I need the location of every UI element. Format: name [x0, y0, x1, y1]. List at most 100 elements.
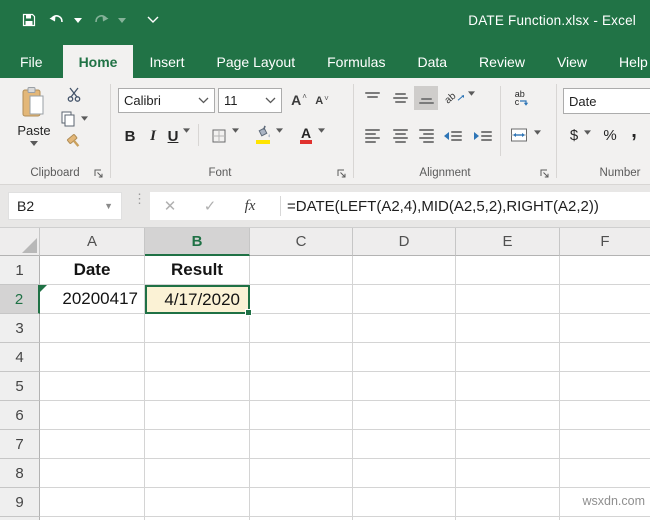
- align-right-button[interactable]: [414, 124, 438, 148]
- cell[interactable]: [560, 430, 650, 459]
- font-name-select[interactable]: Calibri: [118, 88, 215, 113]
- name-box-dropdown-icon[interactable]: ▼: [104, 201, 113, 211]
- decrease-indent-button[interactable]: [440, 124, 466, 148]
- cell[interactable]: [456, 314, 560, 343]
- tab-page-layout[interactable]: Page Layout: [200, 45, 311, 78]
- undo-dropdown[interactable]: [74, 8, 84, 32]
- merge-center-dropdown[interactable]: [534, 130, 541, 135]
- fill-color-button[interactable]: [252, 122, 274, 148]
- fill-color-dropdown[interactable]: [276, 128, 283, 133]
- cell[interactable]: [145, 459, 250, 488]
- column-header-a[interactable]: A: [40, 228, 145, 256]
- percent-style-button[interactable]: %: [600, 122, 620, 148]
- cell[interactable]: [145, 401, 250, 430]
- column-header-b[interactable]: B: [145, 228, 250, 256]
- tab-data[interactable]: Data: [401, 45, 463, 78]
- cell[interactable]: [456, 459, 560, 488]
- column-header-c[interactable]: C: [250, 228, 353, 256]
- font-size-select[interactable]: 11: [218, 88, 282, 113]
- cell-b1[interactable]: Result: [145, 256, 250, 285]
- row-header-6[interactable]: 6: [0, 401, 40, 430]
- tab-view[interactable]: View: [541, 45, 603, 78]
- tab-home[interactable]: Home: [62, 45, 134, 78]
- increase-font-size-button[interactable]: A ˄: [288, 88, 310, 112]
- cell[interactable]: [353, 488, 456, 517]
- cell[interactable]: [456, 401, 560, 430]
- middle-align-button[interactable]: [388, 86, 412, 110]
- row-header-8[interactable]: 8: [0, 459, 40, 488]
- font-dialog-launcher[interactable]: [335, 167, 348, 180]
- cell[interactable]: [353, 430, 456, 459]
- bold-button[interactable]: B: [120, 124, 140, 148]
- merge-center-button[interactable]: [506, 122, 532, 148]
- cell[interactable]: [145, 488, 250, 517]
- cell[interactable]: [40, 430, 145, 459]
- borders-button[interactable]: [208, 124, 230, 148]
- cell[interactable]: [40, 488, 145, 517]
- orientation-button[interactable]: ab: [443, 86, 466, 110]
- cell[interactable]: [560, 459, 650, 488]
- cell[interactable]: [145, 430, 250, 459]
- cell[interactable]: [145, 314, 250, 343]
- cell[interactable]: [145, 343, 250, 372]
- customize-qat-button[interactable]: [142, 8, 164, 32]
- row-header-4[interactable]: 4: [0, 343, 40, 372]
- save-button[interactable]: [18, 8, 40, 32]
- cell[interactable]: [40, 343, 145, 372]
- cell[interactable]: [560, 401, 650, 430]
- top-align-button[interactable]: [360, 86, 384, 110]
- redo-dropdown[interactable]: [118, 8, 128, 32]
- wrap-text-button[interactable]: ab c: [508, 86, 536, 110]
- tab-file[interactable]: File: [0, 45, 63, 78]
- cell[interactable]: [353, 314, 456, 343]
- cell-f2[interactable]: [560, 285, 650, 314]
- column-header-f[interactable]: F: [560, 228, 650, 256]
- cancel-button[interactable]: ✕: [150, 192, 190, 220]
- font-color-button[interactable]: A: [296, 122, 316, 148]
- cell[interactable]: [145, 372, 250, 401]
- bottom-align-button[interactable]: [414, 86, 438, 110]
- tab-help[interactable]: Help: [603, 45, 650, 78]
- cell-f1[interactable]: [560, 256, 650, 285]
- number-format-select[interactable]: Date: [563, 88, 650, 114]
- tab-review[interactable]: Review: [463, 45, 541, 78]
- clipboard-dialog-launcher[interactable]: [92, 167, 105, 180]
- cell[interactable]: [250, 459, 353, 488]
- formula-bar-drag-handle[interactable]: ⋮: [133, 192, 146, 205]
- row-header-1[interactable]: 1: [0, 256, 40, 285]
- accounting-format-dropdown[interactable]: [584, 130, 591, 135]
- cell[interactable]: [456, 430, 560, 459]
- cell-a2[interactable]: 20200417: [40, 285, 145, 314]
- cell[interactable]: [250, 343, 353, 372]
- fill-handle[interactable]: [245, 309, 252, 316]
- cell-d1[interactable]: [353, 256, 456, 285]
- row-header-7[interactable]: 7: [0, 430, 40, 459]
- align-left-button[interactable]: [360, 124, 384, 148]
- cell[interactable]: [560, 372, 650, 401]
- cell[interactable]: [250, 314, 353, 343]
- copy-button[interactable]: [60, 110, 88, 127]
- cell-d2[interactable]: [353, 285, 456, 314]
- column-header-d[interactable]: D: [353, 228, 456, 256]
- orientation-dropdown[interactable]: [468, 91, 475, 96]
- paste-button[interactable]: Paste: [12, 86, 56, 164]
- cell[interactable]: [40, 314, 145, 343]
- format-painter-button[interactable]: [60, 134, 88, 151]
- cell-e1[interactable]: [456, 256, 560, 285]
- enter-button[interactable]: ✓: [190, 192, 230, 220]
- italic-button[interactable]: I: [144, 124, 162, 148]
- cell[interactable]: [456, 488, 560, 517]
- undo-button[interactable]: [46, 8, 68, 32]
- row-header-2[interactable]: 2: [0, 285, 40, 314]
- cut-button[interactable]: [60, 86, 88, 103]
- row-header-3[interactable]: 3: [0, 314, 40, 343]
- cell[interactable]: [353, 343, 456, 372]
- font-color-dropdown[interactable]: [318, 128, 325, 133]
- cell[interactable]: [560, 314, 650, 343]
- select-all-button[interactable]: [0, 228, 40, 256]
- cell[interactable]: [560, 343, 650, 372]
- cell-e2[interactable]: [456, 285, 560, 314]
- cell[interactable]: [250, 430, 353, 459]
- alignment-dialog-launcher[interactable]: [538, 167, 551, 180]
- cell[interactable]: [456, 343, 560, 372]
